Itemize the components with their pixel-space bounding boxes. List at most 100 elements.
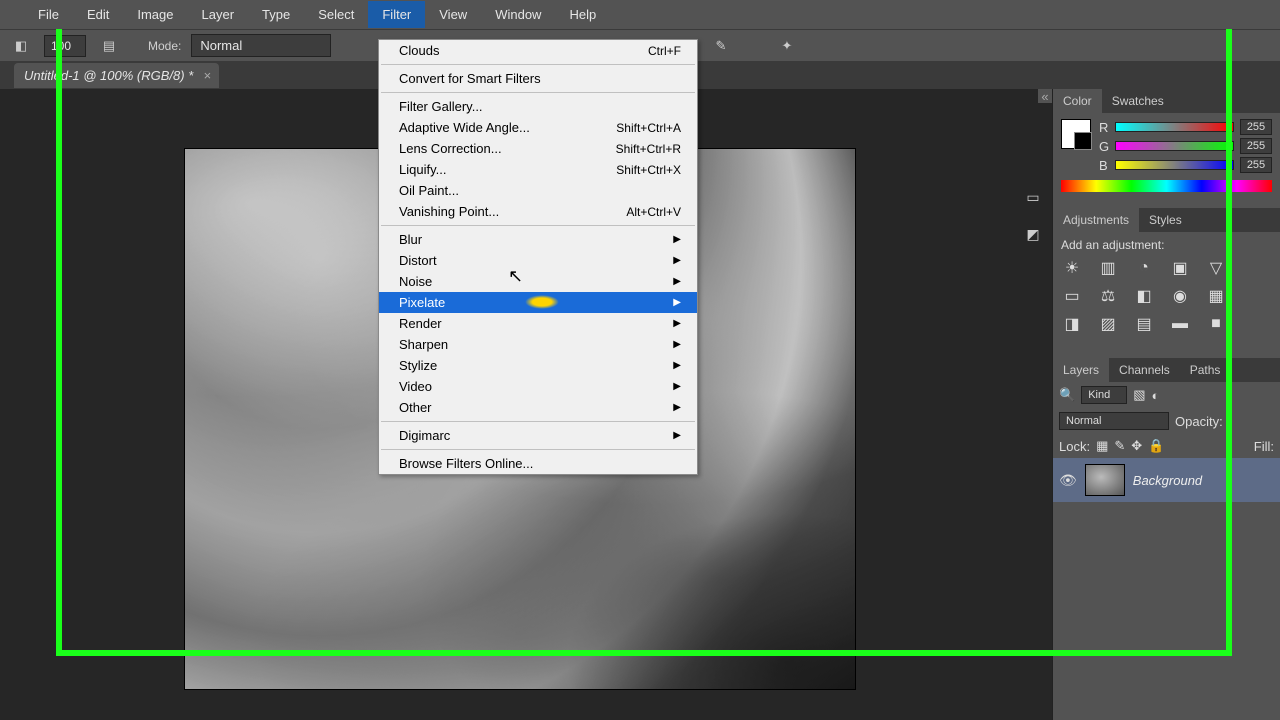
hue-icon[interactable]: ▭ xyxy=(1061,286,1083,306)
levels-icon[interactable]: ▥ xyxy=(1097,258,1119,278)
tab-paths[interactable]: Paths xyxy=(1180,358,1231,382)
menu-separator xyxy=(381,449,695,450)
channel-mixer-icon[interactable]: ▦ xyxy=(1205,286,1227,306)
b-slider[interactable] xyxy=(1115,160,1234,170)
b-label: B xyxy=(1099,158,1109,173)
menu-layer[interactable]: Layer xyxy=(188,1,249,28)
search-icon[interactable]: 🔍 xyxy=(1059,387,1075,403)
tab-layers[interactable]: Layers xyxy=(1053,358,1109,382)
chevron-right-icon: ▶ xyxy=(673,360,681,371)
filter-adjust-icon[interactable]: ◐ xyxy=(1152,388,1160,403)
opacity-label: Opacity: xyxy=(1175,414,1223,429)
lock-pixels-icon[interactable]: ✎ xyxy=(1114,438,1125,454)
vibrance-icon[interactable]: ▽ xyxy=(1205,258,1227,278)
menu-filter[interactable]: Filter xyxy=(368,1,425,28)
filter-gallery[interactable]: Filter Gallery... xyxy=(379,96,697,117)
selective-color-icon[interactable]: ■ xyxy=(1205,314,1227,334)
add-adjustment-label: Add an adjustment: xyxy=(1061,238,1272,252)
properties-panel-icon[interactable]: ◩ xyxy=(1026,226,1039,243)
collapse-panels-icon[interactable]: « xyxy=(1038,89,1052,103)
layer-thumbnail[interactable] xyxy=(1085,464,1125,496)
filter-other-submenu[interactable]: Other▶ xyxy=(379,397,697,418)
tool-preset-icon[interactable]: ◧ xyxy=(8,35,34,57)
r-label: R xyxy=(1099,120,1109,135)
g-slider[interactable] xyxy=(1115,141,1234,151)
tab-styles[interactable]: Styles xyxy=(1139,208,1192,232)
filter-blur-submenu[interactable]: Blur▶ xyxy=(379,229,697,250)
close-icon[interactable]: × xyxy=(204,68,212,83)
chevron-right-icon: ▶ xyxy=(673,255,681,266)
b-value[interactable]: 255 xyxy=(1240,157,1272,173)
tablet-pressure-icon[interactable]: ✦ xyxy=(774,35,800,57)
chevron-right-icon: ▶ xyxy=(673,381,681,392)
background-color-swatch[interactable] xyxy=(1074,132,1092,150)
filter-liquify[interactable]: Liquify...Shift+Ctrl+X xyxy=(379,159,697,180)
brush-panel-icon[interactable]: ▤ xyxy=(96,35,122,57)
filter-render-submenu[interactable]: Render▶ xyxy=(379,313,697,334)
cursor-highlight-glow xyxy=(525,295,559,309)
filter-sharpen-submenu[interactable]: Sharpen▶ xyxy=(379,334,697,355)
threshold-icon[interactable]: ▤ xyxy=(1133,314,1155,334)
color-balance-icon[interactable]: ⚖ xyxy=(1097,286,1119,306)
layer-blend-mode[interactable]: Normal xyxy=(1059,412,1169,430)
filter-pixel-icon[interactable]: ▧ xyxy=(1133,387,1145,403)
filter-video-submenu[interactable]: Video▶ xyxy=(379,376,697,397)
filter-adaptive-wide-angle[interactable]: Adaptive Wide Angle...Shift+Ctrl+A xyxy=(379,117,697,138)
brush-size-field[interactable]: 100 xyxy=(44,35,86,57)
layer-filter-kind[interactable]: Kind xyxy=(1081,386,1127,404)
menu-view[interactable]: View xyxy=(425,1,481,28)
document-tab[interactable]: Untitled-1 @ 100% (RGB/8) * × xyxy=(14,63,219,88)
g-value[interactable]: 255 xyxy=(1240,138,1272,154)
lock-all-icon[interactable]: 🔒 xyxy=(1148,438,1164,454)
posterize-icon[interactable]: ▨ xyxy=(1097,314,1119,334)
visibility-icon[interactable]: 👁 xyxy=(1059,472,1077,489)
menu-window[interactable]: Window xyxy=(481,1,555,28)
tab-channels[interactable]: Channels xyxy=(1109,358,1180,382)
r-slider[interactable] xyxy=(1115,122,1234,132)
fill-label: Fill: xyxy=(1254,439,1274,454)
history-panel-icon[interactable]: ▭ xyxy=(1026,189,1039,206)
lock-position-icon[interactable]: ✥ xyxy=(1131,438,1142,454)
menu-image[interactable]: Image xyxy=(123,1,187,28)
color-ramp[interactable] xyxy=(1061,180,1272,192)
layer-row-background[interactable]: 👁 Background xyxy=(1053,458,1280,502)
airbrush-icon[interactable]: ✎ xyxy=(708,35,734,57)
curves-icon[interactable]: ◔ xyxy=(1133,258,1155,278)
filter-oil-paint[interactable]: Oil Paint... xyxy=(379,180,697,201)
lock-transparent-icon[interactable]: ▦ xyxy=(1096,438,1108,454)
invert-icon[interactable]: ◨ xyxy=(1061,314,1083,334)
filter-noise-submenu[interactable]: Noise▶ xyxy=(379,271,697,292)
menu-edit[interactable]: Edit xyxy=(73,1,123,28)
filter-digimarc-submenu[interactable]: Digimarc▶ xyxy=(379,425,697,446)
chevron-right-icon: ▶ xyxy=(673,276,681,287)
filter-distort-submenu[interactable]: Distort▶ xyxy=(379,250,697,271)
right-panel-dock: Color Swatches R255 G255 B255 xyxy=(1052,89,1280,720)
layer-name[interactable]: Background xyxy=(1133,473,1202,488)
filter-last-clouds[interactable]: Clouds Ctrl+F xyxy=(379,40,697,61)
filter-pixelate-submenu[interactable]: Pixelate▶ xyxy=(379,292,697,313)
r-value[interactable]: 255 xyxy=(1240,119,1272,135)
menu-select[interactable]: Select xyxy=(304,1,368,28)
tab-adjustments[interactable]: Adjustments xyxy=(1053,208,1139,232)
foreground-color-swatch[interactable] xyxy=(1061,119,1091,149)
tab-color[interactable]: Color xyxy=(1053,89,1102,113)
filter-stylize-submenu[interactable]: Stylize▶ xyxy=(379,355,697,376)
chevron-right-icon: ▶ xyxy=(673,318,681,329)
cursor-pointer-icon: ↖ xyxy=(508,266,523,287)
bw-icon[interactable]: ◧ xyxy=(1133,286,1155,306)
menu-help[interactable]: Help xyxy=(555,1,610,28)
filter-convert-smart[interactable]: Convert for Smart Filters xyxy=(379,68,697,89)
filter-lens-correction[interactable]: Lens Correction...Shift+Ctrl+R xyxy=(379,138,697,159)
tab-swatches[interactable]: Swatches xyxy=(1102,89,1174,113)
blend-mode-dropdown[interactable]: Normal xyxy=(191,34,331,57)
filter-browse-online[interactable]: Browse Filters Online... xyxy=(379,453,697,474)
vertical-dock: ▭ ◩ xyxy=(1018,189,1048,243)
brightness-icon[interactable]: ☀ xyxy=(1061,258,1083,278)
menu-file[interactable]: File xyxy=(24,1,73,28)
exposure-icon[interactable]: ▣ xyxy=(1169,258,1191,278)
photo-filter-icon[interactable]: ◉ xyxy=(1169,286,1191,306)
menu-type[interactable]: Type xyxy=(248,1,304,28)
gradient-map-icon[interactable]: ▬ xyxy=(1169,314,1191,334)
filter-vanishing-point[interactable]: Vanishing Point...Alt+Ctrl+V xyxy=(379,201,697,222)
chevron-right-icon: ▶ xyxy=(673,339,681,350)
